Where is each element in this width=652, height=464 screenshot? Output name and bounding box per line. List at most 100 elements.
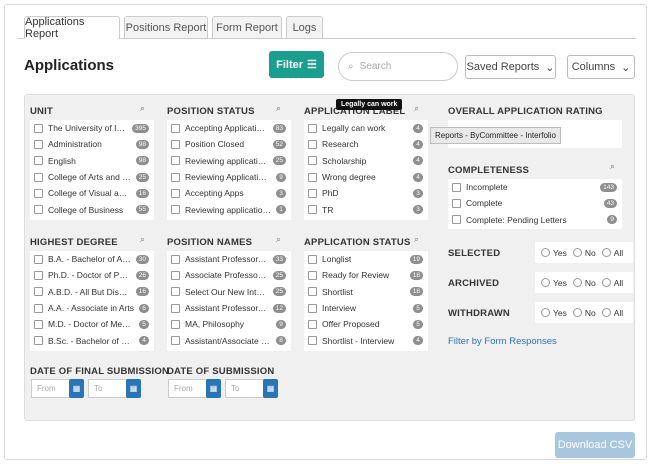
filter-option[interactable]: B.A. - Bachelor of Arts 30 xyxy=(30,251,154,267)
radio-all[interactable]: All xyxy=(601,278,623,288)
filter-option[interactable]: B.Sc. - Bachelor of Sci... 4 xyxy=(30,332,154,348)
radio-circle[interactable] xyxy=(601,308,611,317)
filter-option[interactable]: Longlist 19 xyxy=(304,251,428,267)
filter-by-form-responses-link[interactable]: Filter by Form Responses xyxy=(448,336,557,347)
radio-yes[interactable]: Yes xyxy=(541,248,567,258)
checkbox[interactable] xyxy=(34,303,43,313)
radio-all[interactable]: All xyxy=(601,248,623,258)
checkbox[interactable] xyxy=(34,287,43,297)
checkbox[interactable] xyxy=(308,319,317,329)
filter-option[interactable]: Wrong degree 4 xyxy=(304,169,428,185)
filter-option[interactable]: M.S. - Master of Science3 xyxy=(30,349,154,351)
search-icon[interactable]: ⌕ xyxy=(276,234,281,245)
filter-option[interactable]: Reviewing application... 1 xyxy=(167,201,291,217)
filter-option[interactable]: Reviewing applications 25 xyxy=(167,153,291,169)
radio-circle[interactable] xyxy=(572,278,582,287)
filter-option[interactable]: Interview 5 xyxy=(304,300,428,316)
checkbox[interactable] xyxy=(452,182,461,192)
filter-option[interactable]: Accepting Applications 83 xyxy=(167,120,291,136)
radio-circle[interactable] xyxy=(541,248,550,257)
filter-option[interactable]: Offer Proposed 5 xyxy=(304,316,428,332)
filter-option[interactable]: Associate Professor of... 25 xyxy=(167,267,291,283)
search-icon[interactable]: ⌕ xyxy=(276,103,281,114)
calendar-icon[interactable]: ▦ xyxy=(206,379,221,398)
radio-no[interactable]: No xyxy=(572,278,596,288)
filter-option[interactable]: Assistant/Associate Pr... 8 xyxy=(167,332,291,348)
checkbox[interactable] xyxy=(34,156,43,166)
columns-button[interactable]: Columns ⌄ xyxy=(567,55,635,79)
filter-option[interactable]: Position Filled1 xyxy=(167,218,291,220)
radio-circle[interactable] xyxy=(572,248,582,257)
search-input[interactable]: ⌕ Search xyxy=(338,52,458,81)
search-icon[interactable]: ⌕ xyxy=(414,103,419,114)
checkbox[interactable] xyxy=(171,270,180,280)
radio-yes[interactable]: Yes xyxy=(541,278,567,288)
filter-option[interactable]: English 98 xyxy=(30,153,154,169)
filter-option[interactable]: Complete: Pending Letters 9 xyxy=(448,212,622,228)
calendar-icon[interactable]: ▦ xyxy=(126,379,141,398)
tab-positions-report[interactable]: Positions Report xyxy=(124,16,208,38)
radio-circle[interactable] xyxy=(572,308,582,317)
checkbox[interactable] xyxy=(171,156,180,166)
checkbox[interactable] xyxy=(308,188,317,198)
checkbox[interactable] xyxy=(308,336,317,346)
tab-form-report[interactable]: Form Report xyxy=(212,16,282,38)
radio-circle[interactable] xyxy=(601,278,611,287)
tab-logs[interactable]: Logs xyxy=(286,16,323,38)
checkbox[interactable] xyxy=(171,287,180,297)
filter-option[interactable]: A.A. - Associate in Arts 6 xyxy=(30,300,154,316)
checkbox[interactable] xyxy=(308,123,317,133)
radio-all[interactable]: All xyxy=(601,308,623,318)
filter-option[interactable]: College of Arts and Sc... 25 xyxy=(30,169,154,185)
calendar-icon[interactable]: ▦ xyxy=(69,379,84,398)
search-icon[interactable]: ⌕ xyxy=(140,103,145,114)
filter-option[interactable]: TR 3 xyxy=(304,201,428,217)
filter-option[interactable]: Accepting Apps 3 xyxy=(167,185,291,201)
checkbox[interactable] xyxy=(171,139,180,149)
filter-option[interactable]: Administration 98 xyxy=(30,136,154,152)
radio-circle[interactable] xyxy=(601,248,611,257)
filter-option[interactable]: College of Business 55 xyxy=(30,201,154,217)
filter-option[interactable]: MA, Philosophy 9 xyxy=(167,316,291,332)
filter-option[interactable]: Ready for Review 18 xyxy=(304,267,428,283)
filter-option[interactable]: Incomplete 143 xyxy=(448,179,622,195)
filter-option[interactable]: PhD 3 xyxy=(304,185,428,201)
download-csv-button[interactable]: Download CSV xyxy=(555,432,635,458)
checkbox[interactable] xyxy=(34,172,43,182)
search-icon[interactable]: ⌕ xyxy=(140,234,145,245)
checkbox[interactable] xyxy=(308,139,317,149)
checkbox[interactable] xyxy=(34,188,43,198)
checkbox[interactable] xyxy=(308,287,317,297)
filter-option[interactable]: Legally can work 4 xyxy=(304,120,428,136)
filter-option[interactable]: Ph.D. - Doctor of Philo... 26 xyxy=(30,267,154,283)
checkbox[interactable] xyxy=(171,336,180,346)
checkbox[interactable] xyxy=(171,319,180,329)
checkbox[interactable] xyxy=(308,303,317,313)
radio-yes[interactable]: Yes xyxy=(541,308,567,318)
filter-option[interactable]: Select Our New Interf... 25 xyxy=(167,284,291,300)
checkbox[interactable] xyxy=(308,172,317,182)
filter-option[interactable]: Clinic A 1st Choice2 xyxy=(304,218,428,220)
checkbox[interactable] xyxy=(308,254,317,264)
checkbox[interactable] xyxy=(34,270,43,280)
tab-applications-report[interactable]: Applications Report xyxy=(24,16,120,40)
radio-no[interactable]: No xyxy=(572,248,596,258)
checkbox[interactable] xyxy=(171,205,180,215)
filter-option[interactable]: College of Visual and ... 16 xyxy=(30,185,154,201)
radio-no[interactable]: No xyxy=(572,308,596,318)
search-icon[interactable]: ⌕ xyxy=(610,161,615,172)
calendar-icon[interactable]: ▦ xyxy=(263,379,278,398)
checkbox[interactable] xyxy=(34,123,43,133)
radio-circle[interactable] xyxy=(541,308,550,317)
filter-option[interactable]: Scholarship 4 xyxy=(304,153,428,169)
filter-option[interactable]: Research 4 xyxy=(304,136,428,152)
filter-option[interactable]: A.B.D. - All But Dissert... 16 xyxy=(30,284,154,300)
checkbox[interactable] xyxy=(308,156,317,166)
filter-option[interactable]: Shortlist - Interview 4 xyxy=(304,332,428,348)
filter-option[interactable]: Complete 43 xyxy=(448,195,622,211)
filter-option[interactable]: Assistant Professor, A... 33 xyxy=(167,251,291,267)
filter-option[interactable]: College of Engineerin... xyxy=(30,218,154,220)
filter-option[interactable]: The University of Inter... 395 xyxy=(30,120,154,136)
checkbox[interactable] xyxy=(34,254,43,264)
filter-option[interactable]: M.D. - Doctor of Medi... 5 xyxy=(30,316,154,332)
